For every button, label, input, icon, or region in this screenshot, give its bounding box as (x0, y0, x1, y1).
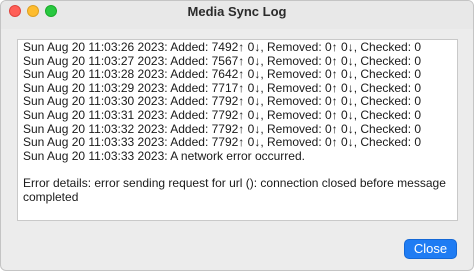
media-sync-log-window: Media Sync Log Sun Aug 20 11:03:26 2023:… (0, 0, 474, 271)
log-line: Sun Aug 20 11:03:32 2023: Added: 7792↑ 0… (23, 121, 422, 136)
window-title: Media Sync Log (187, 4, 287, 19)
log-line-network-error: Sun Aug 20 11:03:33 2023: A network erro… (23, 148, 305, 163)
log-line: Sun Aug 20 11:03:26 2023: Added: 7492↑ 0… (23, 40, 422, 54)
log-text-area[interactable]: Sun Aug 20 11:03:26 2023: Added: 7492↑ 0… (17, 39, 458, 221)
log-line: Sun Aug 20 11:03:27 2023: Added: 7567↑ 0… (23, 53, 422, 68)
error-details-text: Error details: error sending request for… (23, 175, 446, 204)
close-button[interactable]: Close (404, 239, 457, 259)
log-line: Sun Aug 20 11:03:30 2023: Added: 7792↑ 0… (23, 94, 422, 109)
title-bar: Media Sync Log (1, 1, 473, 29)
log-line: Sun Aug 20 11:03:28 2023: Added: 7642↑ 0… (23, 67, 422, 82)
log-line: Sun Aug 20 11:03:31 2023: Added: 7792↑ 0… (23, 107, 422, 122)
log-blank-line (23, 163, 457, 177)
log-line: Sun Aug 20 11:03:29 2023: Added: 7717↑ 0… (23, 80, 422, 95)
log-line: Sun Aug 20 11:03:33 2023: Added: 7792↑ 0… (23, 135, 422, 150)
